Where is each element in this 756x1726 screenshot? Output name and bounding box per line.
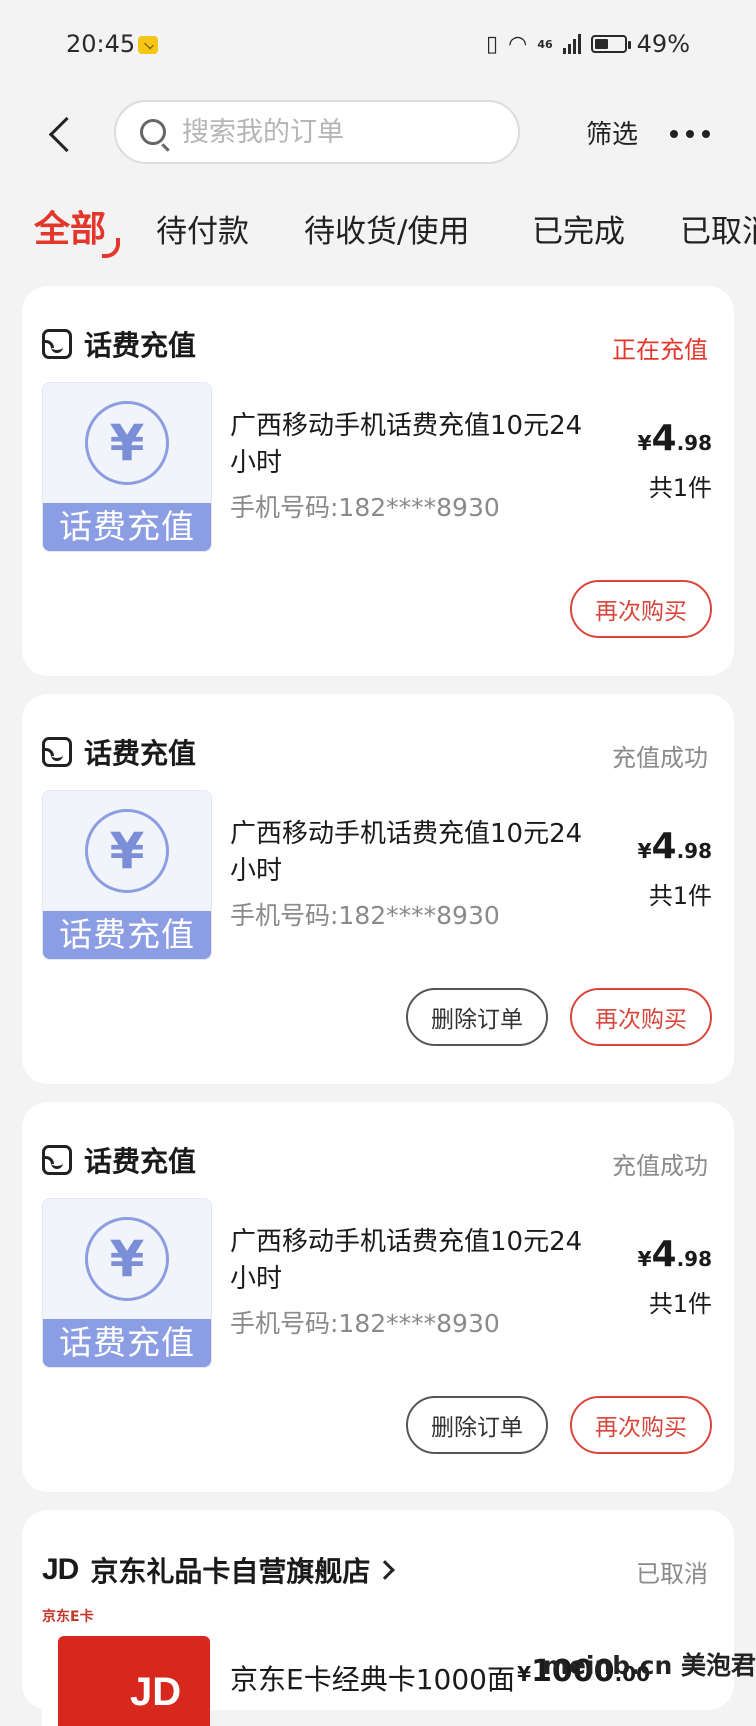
order-tabs: 全部 待付款 待收货/使用 已完成 已取消: [0, 196, 756, 266]
price-decimal: .98: [676, 839, 712, 863]
vibrate-icon: ▯: [486, 31, 499, 57]
status-time: 20:45: [66, 30, 136, 58]
tab-pending-receipt[interactable]: 待收货/使用: [304, 206, 469, 251]
gift-card-image: JD: [58, 1636, 210, 1726]
status-icons: ▯ ◠ 46 49%: [486, 30, 690, 58]
shop-name-label: 京东礼品卡自营旗舰店: [90, 1555, 371, 1588]
back-arrow-icon[interactable]: [44, 110, 74, 160]
recharge-icon: [42, 1145, 72, 1175]
product-image[interactable]: 京东E卡 JD: [42, 1606, 210, 1726]
search-icon: [140, 119, 166, 145]
active-tab-indicator: [102, 238, 121, 258]
shop-name[interactable]: 话费充值: [42, 1140, 196, 1180]
yuan-coin-icon: ¥: [85, 1217, 169, 1301]
product-image[interactable]: ¥ 话费充值: [42, 382, 212, 552]
price-decimal: .98: [676, 431, 712, 455]
tab-all-label: 全部: [34, 209, 107, 250]
shop-name-label: 话费充值: [84, 329, 197, 362]
shop-name[interactable]: JD 京东礼品卡自营旗舰店: [42, 1550, 396, 1590]
price-currency: ¥: [637, 1247, 652, 1271]
product-title[interactable]: 京东E卡经典卡1000面: [230, 1658, 515, 1698]
battery-icon: [590, 35, 631, 53]
price: ¥4.98: [638, 1234, 712, 1275]
yuan-coin-icon: ¥: [85, 809, 169, 893]
product-title[interactable]: 广西移动手机话费充值10元24小时: [230, 1224, 590, 1298]
product-image-label: 话费充值: [43, 503, 211, 551]
tab-pending-payment[interactable]: 待付款: [156, 206, 249, 251]
quantity: 共1件: [648, 474, 712, 502]
rebuy-button[interactable]: 再次购买: [570, 988, 712, 1046]
header-bar: 筛选: [0, 92, 756, 178]
network-type-label: 46: [537, 37, 553, 51]
price-integer: 4: [651, 1234, 677, 1275]
price-currency: ¥: [517, 1662, 532, 1686]
shop-name-label: 话费充值: [84, 737, 197, 770]
more-options-icon[interactable]: [670, 130, 710, 138]
search-box[interactable]: [114, 100, 520, 164]
tab-all[interactable]: 全部: [34, 200, 121, 258]
shop-name-label: 话费充值: [84, 1145, 197, 1178]
shop-name[interactable]: 话费充值: [42, 732, 196, 772]
quantity: 共1件: [648, 1290, 712, 1318]
watermark: meinb.cn 美泡君: [542, 1651, 756, 1680]
jd-logo: JD: [42, 1553, 79, 1586]
order-card[interactable]: 话费充值 充值成功 ¥ 话费充值 广西移动手机话费充值10元24小时 手机号码:…: [22, 694, 734, 1084]
recharge-icon: [42, 329, 72, 359]
recharge-icon: [42, 737, 72, 767]
filter-button[interactable]: 筛选: [586, 114, 638, 151]
product-image-label: 话费充值: [43, 911, 211, 959]
order-card[interactable]: 话费充值 正在充值 ¥ 话费充值 广西移动手机话费充值10元24小时 手机号码:…: [22, 286, 734, 676]
tab-completed[interactable]: 已完成: [532, 206, 625, 251]
product-title[interactable]: 广西移动手机话费充值10元24小时: [230, 816, 590, 890]
phone-number: 手机号码:182****8930: [230, 493, 500, 522]
product-image[interactable]: ¥ 话费充值: [42, 790, 212, 960]
delete-order-button[interactable]: 删除订单: [406, 988, 548, 1046]
order-card[interactable]: 话费充值 充值成功 ¥ 话费充值 广西移动手机话费充值10元24小时 手机号码:…: [22, 1102, 734, 1492]
chevron-right-icon: [375, 1560, 396, 1580]
tab-cancelled[interactable]: 已取消: [680, 206, 756, 251]
price-currency: ¥: [637, 431, 652, 455]
product-title[interactable]: 广西移动手机话费充值10元24小时: [230, 408, 590, 482]
price: ¥4.98: [638, 826, 712, 867]
rebuy-button[interactable]: 再次购买: [570, 1396, 712, 1454]
price: ¥4.98: [638, 418, 712, 459]
rebuy-button[interactable]: 再次购买: [570, 580, 712, 638]
status-bar: 20:45 ▯ ◠ 46 49%: [0, 0, 756, 92]
order-status: 充值成功: [612, 744, 708, 772]
search-input[interactable]: [180, 115, 484, 149]
price-currency: ¥: [637, 839, 652, 863]
delete-order-button[interactable]: 删除订单: [406, 1396, 548, 1454]
shop-name[interactable]: 话费充值: [42, 324, 196, 364]
gift-card-logo: JD: [130, 1670, 182, 1714]
quantity: 共1件: [648, 882, 712, 910]
price-integer: 4: [651, 418, 677, 459]
order-status: 已取消: [636, 1560, 708, 1588]
price-decimal: .98: [676, 1247, 712, 1271]
battery-percent: 49%: [636, 30, 690, 58]
wifi-icon: ◠: [508, 31, 528, 57]
product-image[interactable]: ¥ 话费充值: [42, 1198, 212, 1368]
yuan-coin-icon: ¥: [85, 401, 169, 485]
phone-number: 手机号码:182****8930: [230, 1309, 500, 1338]
signal-icon: [562, 34, 581, 54]
price-integer: 4: [651, 826, 677, 867]
order-status: 充值成功: [612, 1152, 708, 1180]
phone-number: 手机号码:182****8930: [230, 901, 500, 930]
order-status: 正在充值: [612, 336, 708, 364]
product-image-label: 京东E卡: [42, 1609, 94, 1625]
message-notification-icon: [138, 36, 158, 54]
product-image-label: 话费充值: [43, 1319, 211, 1367]
